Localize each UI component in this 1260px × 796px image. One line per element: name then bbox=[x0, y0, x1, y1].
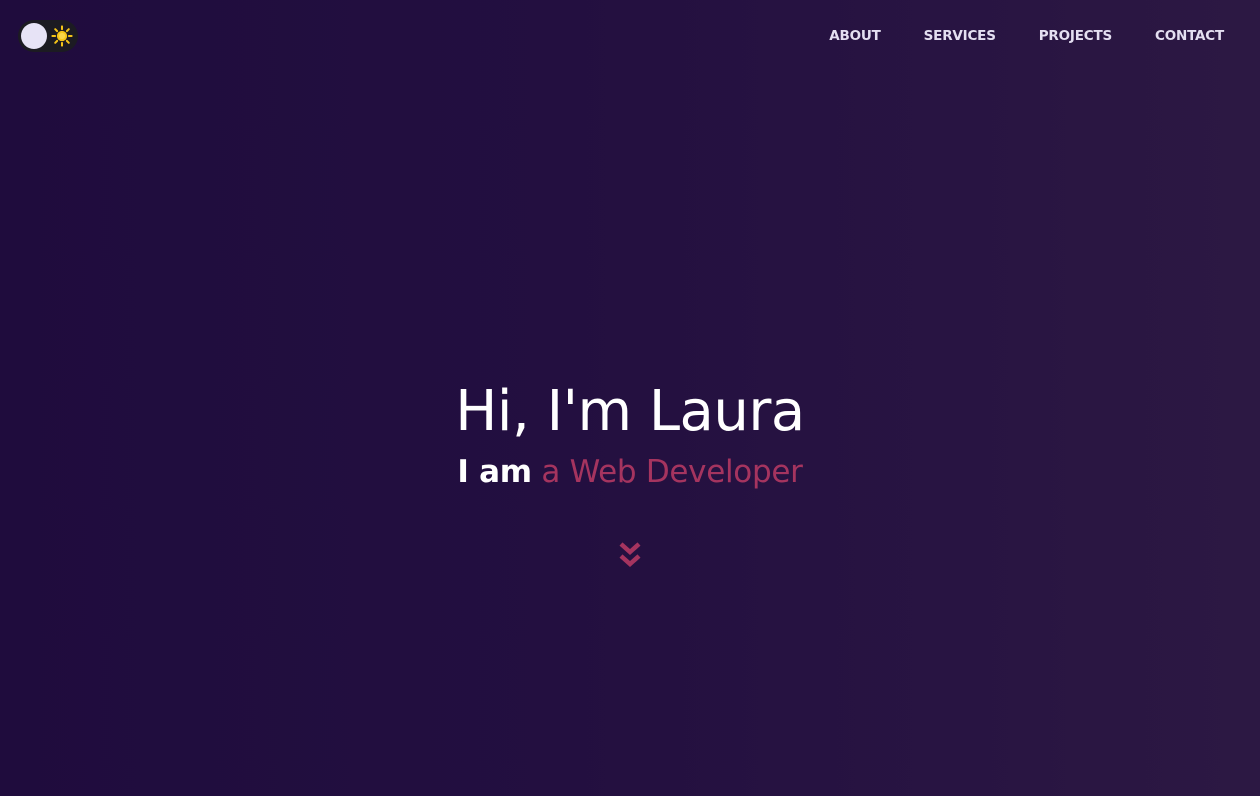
nav-link-projects[interactable]: PROJECTS bbox=[1039, 27, 1112, 45]
nav-link-about[interactable]: ABOUT bbox=[829, 27, 881, 45]
nav-link-contact[interactable]: CONTACT bbox=[1155, 27, 1224, 45]
toggle-knob bbox=[21, 23, 47, 49]
hero-title: Hi, I'm Laura bbox=[455, 379, 805, 444]
double-chevron-down-icon[interactable] bbox=[618, 540, 642, 572]
hero-subtitle: I am a Web Developer bbox=[0, 452, 1260, 492]
sun-icon bbox=[51, 25, 73, 47]
hero-section: Hi, I'm Laura I am a Web Developer bbox=[0, 372, 1260, 492]
main-nav: ABOUT SERVICES PROJECTS CONTACT bbox=[829, 27, 1224, 45]
hero-subtitle-lead: I am bbox=[457, 454, 532, 490]
hero-subtitle-role: a Web Developer bbox=[541, 454, 803, 490]
theme-toggle[interactable] bbox=[18, 20, 78, 52]
nav-link-services[interactable]: SERVICES bbox=[924, 27, 996, 45]
